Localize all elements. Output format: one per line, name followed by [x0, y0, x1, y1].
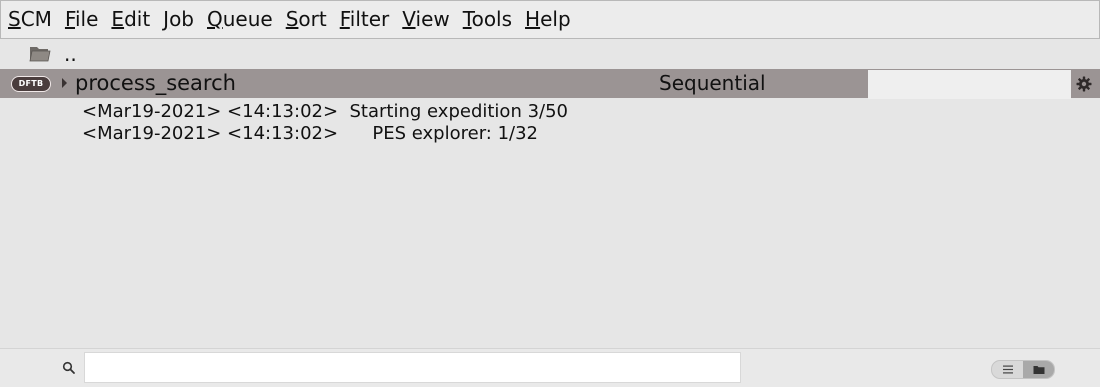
menu-queue-mnemonic: Q [207, 7, 223, 31]
menu-tools-mnemonic: T [462, 7, 472, 31]
menu-edit[interactable]: Edit [104, 1, 156, 38]
search-input[interactable] [84, 352, 741, 383]
menu-help[interactable]: Help [518, 1, 577, 38]
menu-scm-mnemonic: S [8, 7, 21, 31]
folder-view-button[interactable] [1023, 361, 1054, 378]
menu-sort-label: ort [298, 7, 327, 31]
menu-sort[interactable]: Sort [279, 1, 333, 38]
view-toggle[interactable] [991, 360, 1055, 379]
bottom-bar [0, 348, 1100, 387]
menu-edit-mnemonic: E [111, 7, 125, 31]
menu-tools[interactable]: Tools [456, 1, 518, 38]
menu-queue[interactable]: Queue [200, 1, 279, 38]
menu-sort-mnemonic: S [285, 7, 299, 31]
menu-filter-label: ilter [349, 7, 390, 31]
job-settings-button[interactable] [1068, 69, 1100, 98]
menu-view[interactable]: View [395, 1, 455, 38]
menu-file-label: ile [75, 7, 99, 31]
job-name: process_search [75, 71, 236, 95]
log-line: <Mar19-2021> <14:13:02> PES explorer: 1/… [82, 123, 538, 144]
menu-edit-label: dit [124, 7, 151, 31]
menu-filter-mnemonic: F [339, 7, 350, 31]
job-row[interactable]: DFTB process_search Sequential [0, 69, 1100, 99]
menu-file[interactable]: File [58, 1, 104, 38]
folder-view-icon [1033, 365, 1044, 374]
menu-filter[interactable]: Filter [333, 1, 396, 38]
menu-scm-label: CM [20, 7, 52, 31]
parent-folder-label: .. [64, 42, 77, 66]
parent-folder-row[interactable]: .. [0, 40, 1100, 68]
list-view-icon [1002, 365, 1013, 374]
list-view-button[interactable] [992, 361, 1023, 378]
engine-badge: DFTB [11, 76, 51, 92]
log-line: <Mar19-2021> <14:13:02> Starting expedit… [82, 101, 568, 122]
expand-arrow-icon[interactable] [62, 78, 67, 88]
menu-queue-label: ueue [222, 7, 273, 31]
job-mode: Sequential [659, 71, 766, 95]
gear-icon [1076, 76, 1092, 91]
job-info-field[interactable] [868, 70, 1071, 99]
folder-icon [29, 47, 51, 62]
job-log: <Mar19-2021> <14:13:02> Starting expedit… [82, 101, 568, 145]
menu-bar: SCM File Edit Job Queue Sort Filter View… [0, 0, 1100, 39]
menu-job-label: ob [169, 7, 194, 31]
magnifier-icon [62, 361, 75, 374]
menu-tools-label: ools [471, 7, 513, 31]
menu-job[interactable]: Job [156, 1, 200, 38]
menu-view-mnemonic: V [402, 7, 416, 31]
menu-scm[interactable]: SCM [1, 1, 58, 38]
menu-help-mnemonic: H [525, 7, 541, 31]
menu-help-label: elp [540, 7, 571, 31]
menu-view-label: iew [415, 7, 450, 31]
menu-file-mnemonic: F [64, 7, 75, 31]
